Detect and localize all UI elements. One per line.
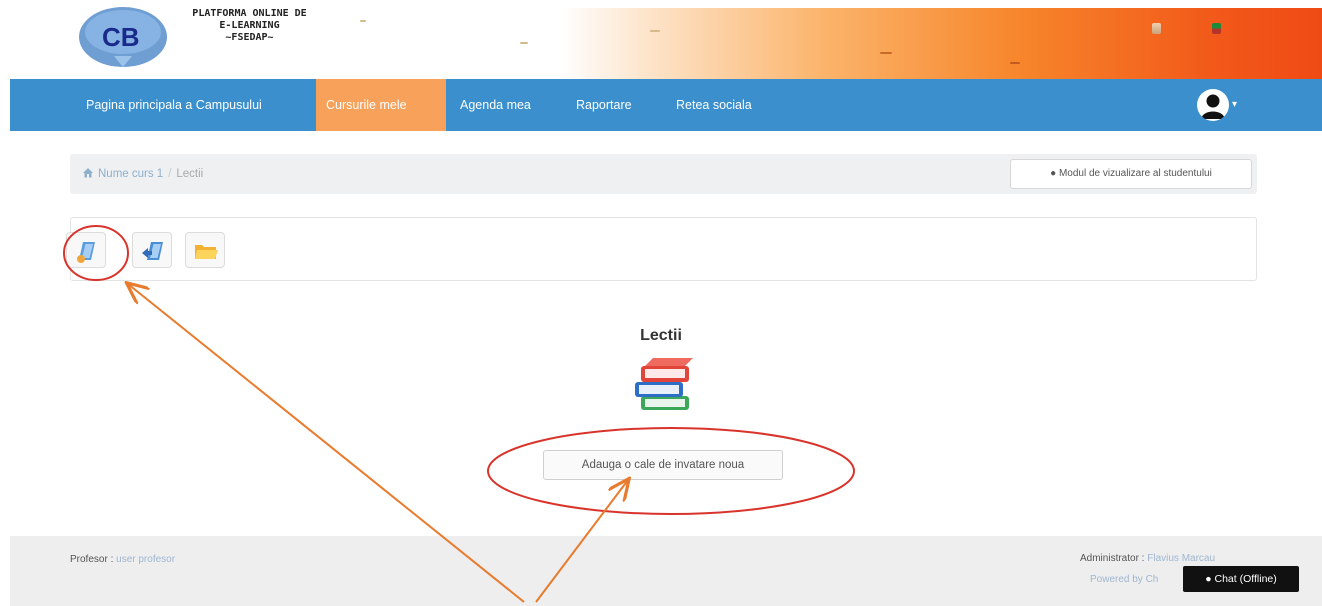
breadcrumb-course-link[interactable]: Nume curs 1 — [98, 168, 163, 180]
user-avatar[interactable] — [1197, 89, 1229, 121]
learnpath-toolbar — [66, 217, 1257, 281]
platform-title-line: PLATFORMA ONLINE DE — [192, 8, 307, 19]
import-learnpath-icon — [142, 242, 163, 260]
footer-teacher: Profesor : user profesor — [70, 554, 175, 565]
teacher-label: Profesor : — [70, 554, 117, 565]
breadcrumb-separator: / — [168, 168, 172, 180]
add-learnpath-icon — [77, 242, 95, 263]
teacher-link[interactable]: user profesor — [116, 554, 175, 565]
chevron-down-icon[interactable]: ▾ — [1232, 99, 1237, 110]
footer-admin: Administrator : Flavius Marcau — [1080, 553, 1215, 564]
banner-decoration — [650, 30, 660, 32]
platform-title-line: ~FSEDAP~ — [225, 32, 274, 43]
eye-icon: ● — [1050, 168, 1057, 179]
folder-icon — [195, 245, 218, 259]
banner-decoration — [880, 52, 892, 54]
import-learnpath-button[interactable] — [132, 232, 172, 268]
student-view-label: Modul de vizualizare al studentului — [1058, 168, 1212, 179]
powered-by[interactable]: Powered by Ch — [1090, 574, 1158, 585]
chat-status-icon: ● — [1205, 573, 1212, 585]
add-learnpath-button[interactable] — [66, 232, 106, 268]
breadcrumb: Nume curs 1 / Lectii ● Modul de vizualizar… — [70, 154, 1257, 194]
footer: Profesor : user profesor Administrator :… — [10, 536, 1322, 606]
chat-label: Chat (Offline) — [1214, 573, 1277, 585]
chat-button[interactable]: ● Chat (Offline) — [1183, 566, 1299, 592]
platform-title-line: E-LEARNING — [219, 20, 280, 31]
nav-item-my-courses[interactable]: Cursurile mele — [316, 79, 446, 131]
page-title: Lectii — [640, 327, 682, 344]
nav-item-campus-home[interactable]: Pagina principala a Campusului — [76, 79, 272, 131]
admin-link[interactable]: Flavius Marcau — [1147, 553, 1215, 564]
banner-gradient — [560, 8, 1322, 79]
home-icon — [83, 168, 93, 178]
books-icon — [635, 358, 693, 410]
folder-button[interactable] — [185, 232, 225, 268]
student-view-button[interactable]: ● Modul de vizualizare al studentului — [1010, 159, 1252, 189]
breadcrumb-current: Lectii — [176, 168, 204, 180]
language-flag-icon[interactable] — [1212, 23, 1221, 34]
nav-item-my-agenda[interactable]: Agenda mea — [450, 79, 541, 131]
nav-item-social-network[interactable]: Retea sociala — [666, 79, 762, 131]
language-flag-icon[interactable] — [1152, 23, 1161, 34]
header-banner: CB PLATFORMA ONLINE DE E-LEARNING ~FSEDA… — [0, 0, 1322, 79]
add-learnpath-main-button[interactable]: Adauga o cale de invatare noua — [543, 450, 783, 480]
banner-decoration — [360, 20, 366, 22]
platform-logo[interactable]: CB — [78, 6, 168, 68]
breadcrumb-trail: Nume curs 1 / Lectii — [82, 167, 203, 180]
user-icon — [1201, 94, 1225, 119]
banner-decoration — [1010, 62, 1020, 64]
admin-label: Administrator : — [1080, 553, 1148, 564]
main-navbar: Pagina principala a Campusului Cursurile… — [10, 79, 1322, 131]
platform-title: PLATFORMA ONLINE DE E-LEARNING ~FSEDAP~ — [177, 8, 322, 44]
nav-item-reporting[interactable]: Raportare — [566, 79, 642, 131]
banner-decoration — [520, 42, 528, 44]
logo-initials: CB — [102, 22, 140, 52]
